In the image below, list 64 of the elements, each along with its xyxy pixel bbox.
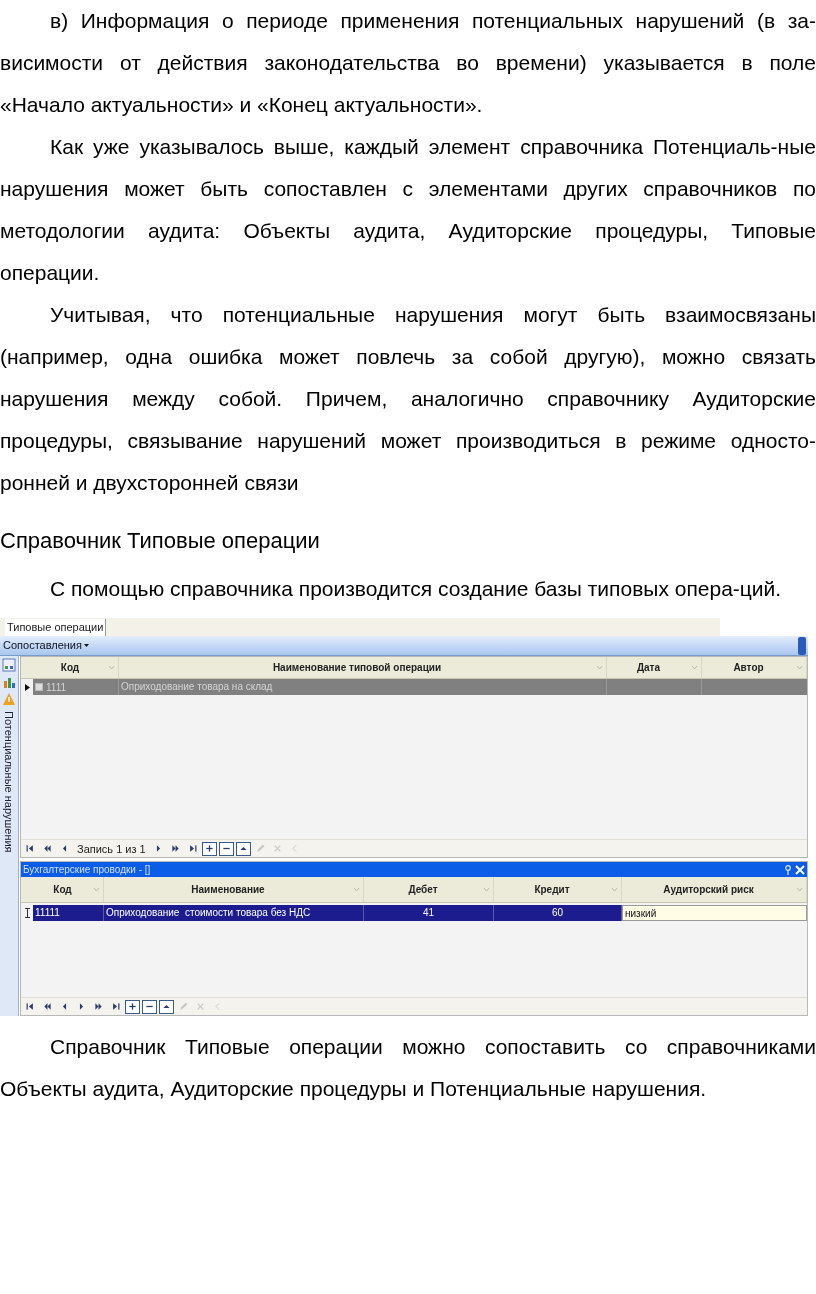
- close-icon: [195, 1001, 206, 1012]
- pencil-icon: [254, 843, 266, 854]
- paragraph: Справочник Типовые операции можно сопоставить со справочниками Объекты аудита, Аудиторские процедуры и Потенциальные нарушения.: [0, 1034, 816, 1102]
- column-header[interactable]: Кредит: [494, 877, 622, 902]
- double-right-icon: [169, 843, 181, 854]
- side-tab[interactable]: Потенциальные нарушения: [1, 711, 17, 853]
- table-cell: Оприходование стоимости товара без НДС: [104, 905, 364, 921]
- table-row[interactable]: 11111 Оприходование стоимости товара без НДС 41 60 низкий: [21, 905, 807, 921]
- paragraph: в) Информация о периоде применения потенциальных нарушений (в за-висимости от действия законодательства во времени) указывается в поле «Начало актуальности» и «Конец актуальности».: [0, 8, 816, 118]
- last-icon: [110, 1001, 121, 1012]
- scroll-button[interactable]: [798, 636, 806, 655]
- dropdown-icon: [596, 664, 603, 671]
- table-cell-text: 1111: [46, 680, 67, 695]
- minus-button[interactable]: [142, 999, 157, 1014]
- triangle-up-button[interactable]: [235, 841, 251, 856]
- table-cell: 11111: [33, 905, 104, 921]
- record-counter: Запись 1 из 1: [76, 841, 147, 856]
- column-header[interactable]: Наименование типовой операции: [119, 657, 607, 678]
- double-right-icon: [93, 1001, 104, 1012]
- triangle-up-button[interactable]: [159, 999, 174, 1014]
- paragraph: Учитывая, что потенциальные нарушения могут быть взаимосвязаны (например, одна ошибка может повлечь за собой другую), можно связать нарушения между собой. Причем, аналогично справочнику Аудиторские процедуры, связывание нарушений может производиться в режиме односто-ронней и двухсторонней связи: [0, 302, 816, 496]
- column-header[interactable]: Дебет: [364, 877, 494, 902]
- paragraph: Как уже указывалось выше, каждый элемент справочника Потенциаль-ные нарушения может быть сопоставлен с элементами других справочников по методологии аудита: Объекты аудита, Аудиторские процедуры, Типовые операции.: [0, 134, 816, 286]
- double-left-icon: [42, 1001, 53, 1012]
- dropdown-icon: [108, 664, 115, 671]
- first-icon: [25, 843, 36, 854]
- table-cell: Оприходование товара на склад: [119, 679, 607, 695]
- dropdown-icon: [796, 886, 803, 893]
- tab[interactable]: Типовые операции: [5, 619, 107, 636]
- caret-icon: [84, 643, 89, 648]
- plus-icon: [203, 843, 215, 854]
- dropdown-icon: [353, 886, 360, 893]
- dropdown-icon: [483, 886, 490, 893]
- pin-icon[interactable]: [784, 864, 792, 875]
- dropdown-icon: [796, 664, 803, 671]
- dropdown-icon: [611, 886, 618, 893]
- column-header[interactable]: Аудиторский риск: [622, 877, 807, 902]
- table-cell: низкий: [622, 905, 807, 921]
- section-heading: Справочник Типовые операции: [0, 527, 321, 555]
- first-icon: [25, 1001, 36, 1012]
- plus-button[interactable]: [125, 999, 140, 1014]
- close-icon[interactable]: [795, 864, 805, 875]
- panel-title: Бухгалтерские проводки - []: [23, 863, 152, 877]
- chart-icon[interactable]: [2, 675, 16, 689]
- plus-icon: [127, 1001, 138, 1012]
- pencil-icon: [178, 1001, 189, 1012]
- table-cell: 41: [364, 905, 494, 921]
- text-cursor-icon: [24, 908, 30, 918]
- column-header[interactable]: Дата: [607, 657, 702, 678]
- column-header[interactable]: Код: [33, 877, 104, 902]
- grid-icon[interactable]: [2, 658, 16, 672]
- menu-item[interactable]: Сопоставления: [0, 637, 92, 654]
- column-header[interactable]: Наименование: [104, 877, 364, 902]
- checkbox[interactable]: [35, 683, 43, 691]
- dropdown-icon: [93, 886, 100, 893]
- column-header[interactable]: Код: [33, 657, 119, 678]
- double-left-icon: [42, 843, 53, 854]
- dropdown-icon: [691, 664, 698, 671]
- plus-button[interactable]: [201, 841, 217, 856]
- column-header[interactable]: Автор: [702, 657, 807, 678]
- table-cell: 60: [494, 905, 622, 921]
- paragraph: С помощью справочника производится создание базы типовых опера-ций.: [49, 576, 783, 602]
- minus-button[interactable]: [218, 841, 234, 856]
- row-pointer-icon: [24, 683, 30, 691]
